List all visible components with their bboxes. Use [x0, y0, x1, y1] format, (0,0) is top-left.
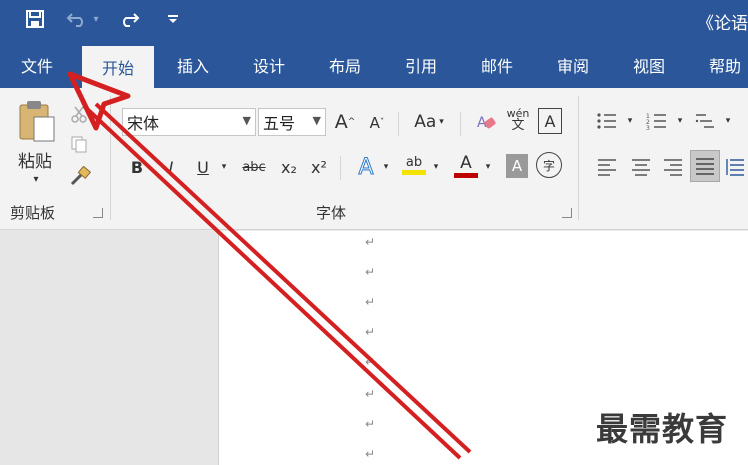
tab-view[interactable]: 视图: [616, 42, 682, 88]
paragraph-mark-icon: ↵: [365, 325, 376, 339]
bullets-icon[interactable]: [594, 108, 620, 134]
distributed-icon[interactable]: [724, 154, 748, 180]
save-icon[interactable]: [22, 6, 48, 32]
paragraph-mark-icon: ↵: [365, 235, 376, 249]
undo-icon[interactable]: [64, 6, 90, 32]
tab-file[interactable]: 文件: [4, 42, 70, 88]
tab-layout[interactable]: 布局: [312, 42, 378, 88]
numbering-icon[interactable]: 123: [644, 108, 670, 134]
font-size-value: 五号: [263, 114, 296, 133]
font-color-button[interactable]: A: [452, 150, 480, 180]
tab-help[interactable]: 帮助: [692, 42, 748, 88]
group-separator: [110, 96, 111, 220]
paste-dropdown-icon[interactable]: ▾: [26, 172, 46, 186]
font-name-value: 宋体: [127, 114, 160, 133]
shrink-font-button[interactable]: Aˇ: [364, 110, 390, 136]
font-color-label: A: [460, 152, 472, 173]
grow-font-button[interactable]: A ^: [332, 108, 358, 136]
divider: [340, 156, 341, 180]
highlight-dropdown-icon[interactable]: ▾: [430, 154, 442, 180]
multilevel-dropdown-icon[interactable]: ▾: [722, 108, 734, 134]
phonetic-bottom: 文: [511, 118, 525, 133]
tab-home[interactable]: 开始: [82, 46, 154, 88]
ribbon-home: 粘贴 ▾ 剪贴板 宋体 ▼ 五号 ▼ A ^ Aˇ Aa ▾ A wén 文 A…: [0, 88, 748, 230]
superscript-button[interactable]: x²: [306, 154, 332, 180]
copy-icon[interactable]: [66, 132, 92, 156]
paragraph-mark-icon: ↵: [365, 417, 376, 431]
svg-text:3: 3: [646, 125, 650, 131]
group-separator: [578, 96, 579, 220]
tab-references[interactable]: 引用: [388, 42, 454, 88]
paragraph-mark-icon: ↵: [365, 387, 376, 401]
subscript-button[interactable]: x₂: [276, 154, 302, 180]
font-launcher-icon[interactable]: [562, 208, 572, 218]
paragraph-mark-icon: ↵: [365, 265, 376, 279]
undo-dropdown-icon[interactable]: ▾: [90, 6, 102, 32]
font-color-dropdown-icon[interactable]: ▾: [482, 154, 494, 180]
align-right-icon[interactable]: [660, 154, 686, 180]
underline-dropdown-icon[interactable]: ▾: [218, 154, 230, 180]
underline-button[interactable]: U: [192, 154, 214, 180]
title-bar: ▾ 《论语: [0, 0, 748, 42]
highlight-swatch: [402, 170, 426, 175]
highlight-button[interactable]: ab: [398, 150, 430, 180]
character-shading-button[interactable]: A: [506, 154, 528, 178]
paste-icon[interactable]: [12, 98, 60, 144]
bold-button[interactable]: B: [126, 154, 148, 180]
font-name-select[interactable]: 宋体 ▼: [122, 108, 256, 136]
tab-review[interactable]: 审阅: [540, 42, 606, 88]
divider: [398, 112, 399, 136]
enclose-characters-button[interactable]: 字: [536, 152, 562, 178]
numbering-dropdown-icon[interactable]: ▾: [674, 108, 686, 134]
font-color-swatch: [454, 172, 478, 178]
font-group-label: 字体: [316, 204, 347, 222]
align-center-icon[interactable]: [628, 154, 654, 180]
paste-button[interactable]: 粘贴: [10, 148, 60, 172]
font-size-select[interactable]: 五号 ▼: [258, 108, 326, 136]
paragraph-mark-icon: ↵: [365, 295, 376, 309]
clipboard-group-label: 剪贴板: [10, 204, 56, 222]
divider: [460, 112, 461, 136]
redo-icon[interactable]: [116, 6, 142, 32]
shrink-font-label: A: [369, 114, 380, 132]
bullets-dropdown-icon[interactable]: ▾: [624, 108, 636, 134]
document-title: 《论语: [697, 14, 748, 34]
multilevel-list-icon[interactable]: [692, 108, 718, 134]
text-effects-button[interactable]: A: [352, 152, 380, 182]
document-margin-area: [0, 231, 218, 465]
change-case-label: Aa: [414, 112, 437, 132]
clear-formatting-icon[interactable]: A: [472, 108, 500, 136]
change-case-button[interactable]: Aa ▾: [406, 108, 452, 136]
ribbon-tabs: 文件 开始 插入 设计 布局 引用 邮件 审阅 视图 帮助: [0, 42, 748, 88]
tab-insert[interactable]: 插入: [160, 42, 226, 88]
justify-icon[interactable]: [690, 150, 720, 182]
phonetic-guide-button[interactable]: wén 文: [504, 102, 532, 138]
tab-design[interactable]: 设计: [236, 42, 302, 88]
chevron-down-icon: ▼: [312, 114, 321, 127]
watermark: 最需教育: [596, 410, 729, 448]
strikethrough-button[interactable]: abc: [238, 154, 270, 180]
customize-qat-icon[interactable]: [160, 6, 186, 32]
grow-font-label: A: [334, 111, 348, 133]
paragraph-mark-icon: ↵: [365, 355, 376, 369]
format-painter-icon[interactable]: [66, 164, 94, 188]
cut-icon[interactable]: [66, 102, 92, 126]
tab-mailings[interactable]: 邮件: [464, 42, 530, 88]
align-left-icon[interactable]: [594, 154, 620, 180]
paragraph-mark-icon: ↵: [365, 447, 376, 461]
chevron-down-icon: ▼: [242, 114, 251, 127]
clipboard-launcher-icon[interactable]: [93, 208, 103, 218]
italic-button[interactable]: I: [160, 154, 182, 180]
text-effects-dropdown-icon[interactable]: ▾: [380, 154, 392, 180]
character-border-button[interactable]: A: [538, 108, 562, 134]
highlight-label: ab: [405, 155, 423, 170]
